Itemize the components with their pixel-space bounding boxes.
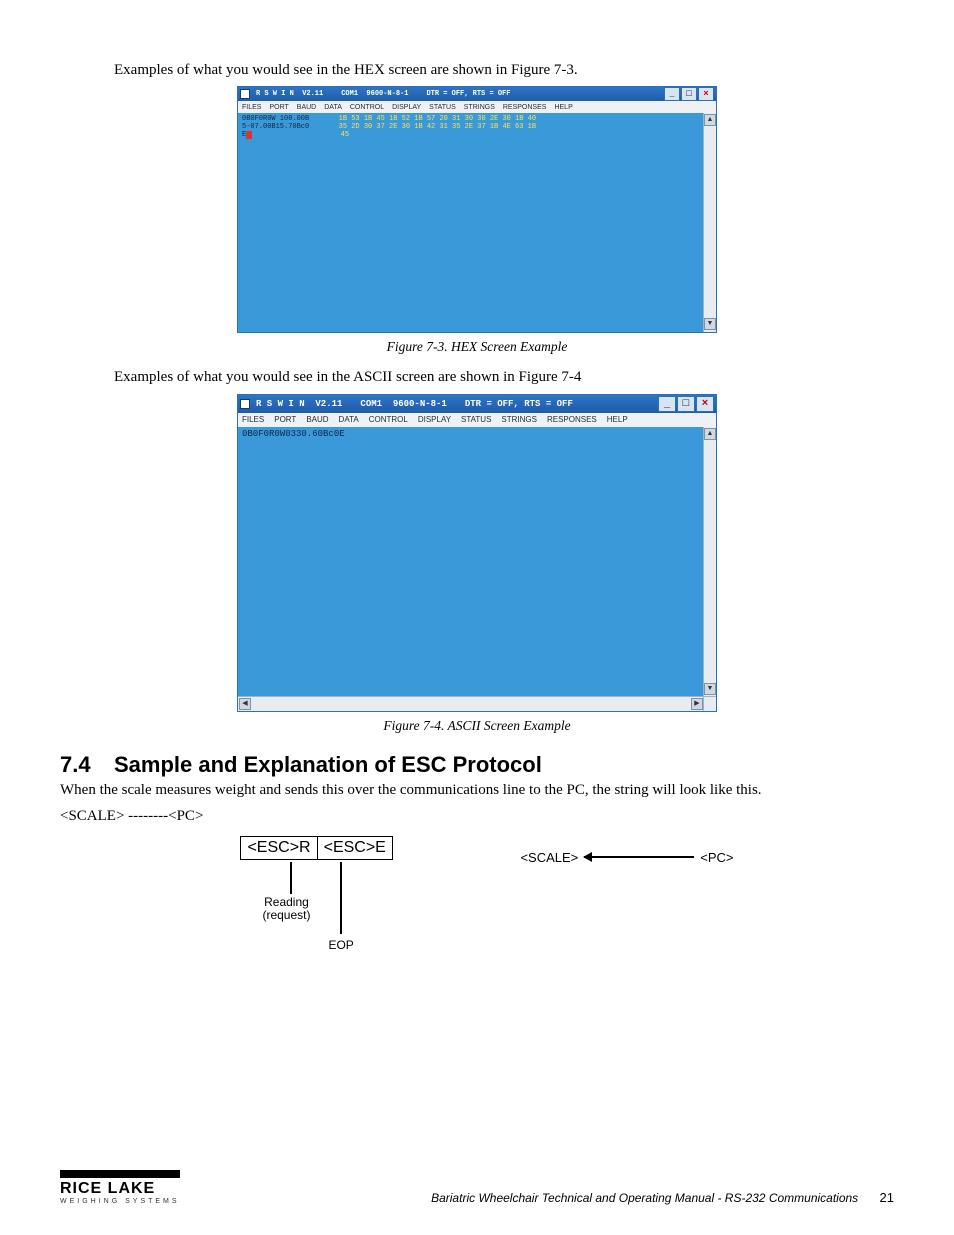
intro-hex-text: Examples of what you would see in the HE… xyxy=(60,60,894,80)
scroll-left-icon[interactable]: ◀ xyxy=(239,698,251,710)
maximize-button[interactable]: □ xyxy=(677,396,695,412)
ascii-hscrollbar[interactable]: ◀ ▶ xyxy=(238,696,704,711)
maximize-button[interactable]: □ xyxy=(681,87,697,101)
page-number: 21 xyxy=(880,1190,894,1205)
menu-responses[interactable]: RESPONSES xyxy=(503,104,547,111)
section-number: 7.4 xyxy=(60,752,114,778)
arrow-pc-label: <PC> xyxy=(700,850,733,865)
hex-vscrollbar[interactable]: ▲ ▼ xyxy=(703,113,716,332)
hex-title-port: COM1 9600-N-8-1 xyxy=(341,90,408,98)
menu-control[interactable]: CONTROL xyxy=(350,104,384,111)
ascii-title-port: COM1 9600-N-8-1 xyxy=(360,399,446,409)
figure-7-3-caption: Figure 7-3. HEX Screen Example xyxy=(60,339,894,355)
menu-data[interactable]: DATA xyxy=(339,415,359,424)
menu-port[interactable]: PORT xyxy=(274,415,296,424)
section-7-4-heading: 7.4Sample and Explanation of ESC Protoco… xyxy=(60,752,894,778)
hex-titlebar: R S W I N V2.11 COM1 9600-N-8-1 DTR = OF… xyxy=(238,87,716,101)
menu-control[interactable]: CONTROL xyxy=(369,415,408,424)
page-footer: RICE LAKE WEIGHING SYSTEMS Bariatric Whe… xyxy=(60,1170,894,1205)
menu-status[interactable]: STATUS xyxy=(461,415,491,424)
scroll-down-icon[interactable]: ▼ xyxy=(704,318,716,330)
esc-label-eop: EOP xyxy=(328,938,353,952)
arrow-left-icon xyxy=(584,856,694,858)
menu-files[interactable]: FILES xyxy=(242,104,261,111)
footer-text: Bariatric Wheelchair Technical and Opera… xyxy=(431,1191,858,1205)
ascii-title-app: R S W I N V2.11 xyxy=(256,399,342,409)
menu-help[interactable]: HELP xyxy=(554,104,572,111)
intro-ascii-text: Examples of what you would see in the AS… xyxy=(60,367,894,387)
scroll-down-icon[interactable]: ▼ xyxy=(704,683,716,695)
section-title: Sample and Explanation of ESC Protocol xyxy=(114,752,542,777)
menu-strings[interactable]: STRINGS xyxy=(464,104,495,111)
app-icon xyxy=(240,399,250,409)
menu-baud[interactable]: BAUD xyxy=(306,415,328,424)
menu-files[interactable]: FILES xyxy=(242,415,264,424)
protocol-line: <SCALE> --------<PC> xyxy=(60,806,894,826)
menu-strings[interactable]: STRINGS xyxy=(501,415,537,424)
figure-7-4-caption: Figure 7-4. ASCII Screen Example xyxy=(60,718,894,734)
menu-port[interactable]: PORT xyxy=(269,104,288,111)
menu-status[interactable]: STATUS xyxy=(429,104,456,111)
esc-box: <ESC>R <ESC>E xyxy=(240,836,392,860)
scroll-up-icon[interactable]: ▲ xyxy=(704,114,716,126)
section-body-text: When the scale measures weight and sends… xyxy=(60,780,894,800)
rswin-ascii-window: R S W I N V2.11 COM1 9600-N-8-1 DTR = OF… xyxy=(237,394,717,712)
app-icon xyxy=(240,89,250,99)
menu-baud[interactable]: BAUD xyxy=(297,104,316,111)
scroll-right-icon[interactable]: ▶ xyxy=(691,698,703,710)
minimize-button[interactable]: _ xyxy=(658,396,676,412)
menu-responses[interactable]: RESPONSES xyxy=(547,415,597,424)
menu-help[interactable]: HELP xyxy=(607,415,628,424)
ascii-title-dtr: DTR = OFF, RTS = OFF xyxy=(465,399,573,409)
minimize-button[interactable]: _ xyxy=(664,87,680,101)
esc-cell-e: <ESC>E xyxy=(317,837,392,859)
esc-arrow-diagram: <SCALE> <PC> xyxy=(520,842,733,872)
hex-title-dtr: DTR = OFF, RTS = OFF xyxy=(426,90,510,98)
close-button[interactable]: × xyxy=(696,396,714,412)
hex-title-app: R S W I N V2.11 xyxy=(256,90,323,98)
close-button[interactable]: × xyxy=(698,87,714,101)
rice-lake-logo: RICE LAKE WEIGHING SYSTEMS xyxy=(60,1170,180,1205)
ascii-titlebar: R S W I N V2.11 COM1 9600-N-8-1 DTR = OF… xyxy=(238,395,716,413)
hex-terminal: 0B0F0R0W 100.00B 1B 53 1B 45 1B 52 1B 57… xyxy=(238,113,704,332)
ascii-terminal: 0B0F0R0W0330.60Bc0E xyxy=(238,427,704,697)
rswin-hex-window: R S W I N V2.11 COM1 9600-N-8-1 DTR = OF… xyxy=(237,86,717,333)
menu-display[interactable]: DISPLAY xyxy=(392,104,421,111)
menu-data[interactable]: DATA xyxy=(324,104,342,111)
esc-protocol-diagram: <ESC>R <ESC>E Reading(request) EOP <SCAL… xyxy=(60,836,894,976)
menu-display[interactable]: DISPLAY xyxy=(418,415,451,424)
scroll-up-icon[interactable]: ▲ xyxy=(704,428,716,440)
hex-menubar: FILES PORT BAUD DATA CONTROL DISPLAY STA… xyxy=(238,101,716,113)
ascii-vscrollbar[interactable]: ▲ ▼ xyxy=(703,427,716,697)
ascii-menubar: FILES PORT BAUD DATA CONTROL DISPLAY STA… xyxy=(238,413,716,427)
esc-cell-r: <ESC>R xyxy=(241,837,316,859)
arrow-scale-label: <SCALE> xyxy=(520,850,578,865)
esc-label-reading: Reading(request) xyxy=(262,896,310,922)
